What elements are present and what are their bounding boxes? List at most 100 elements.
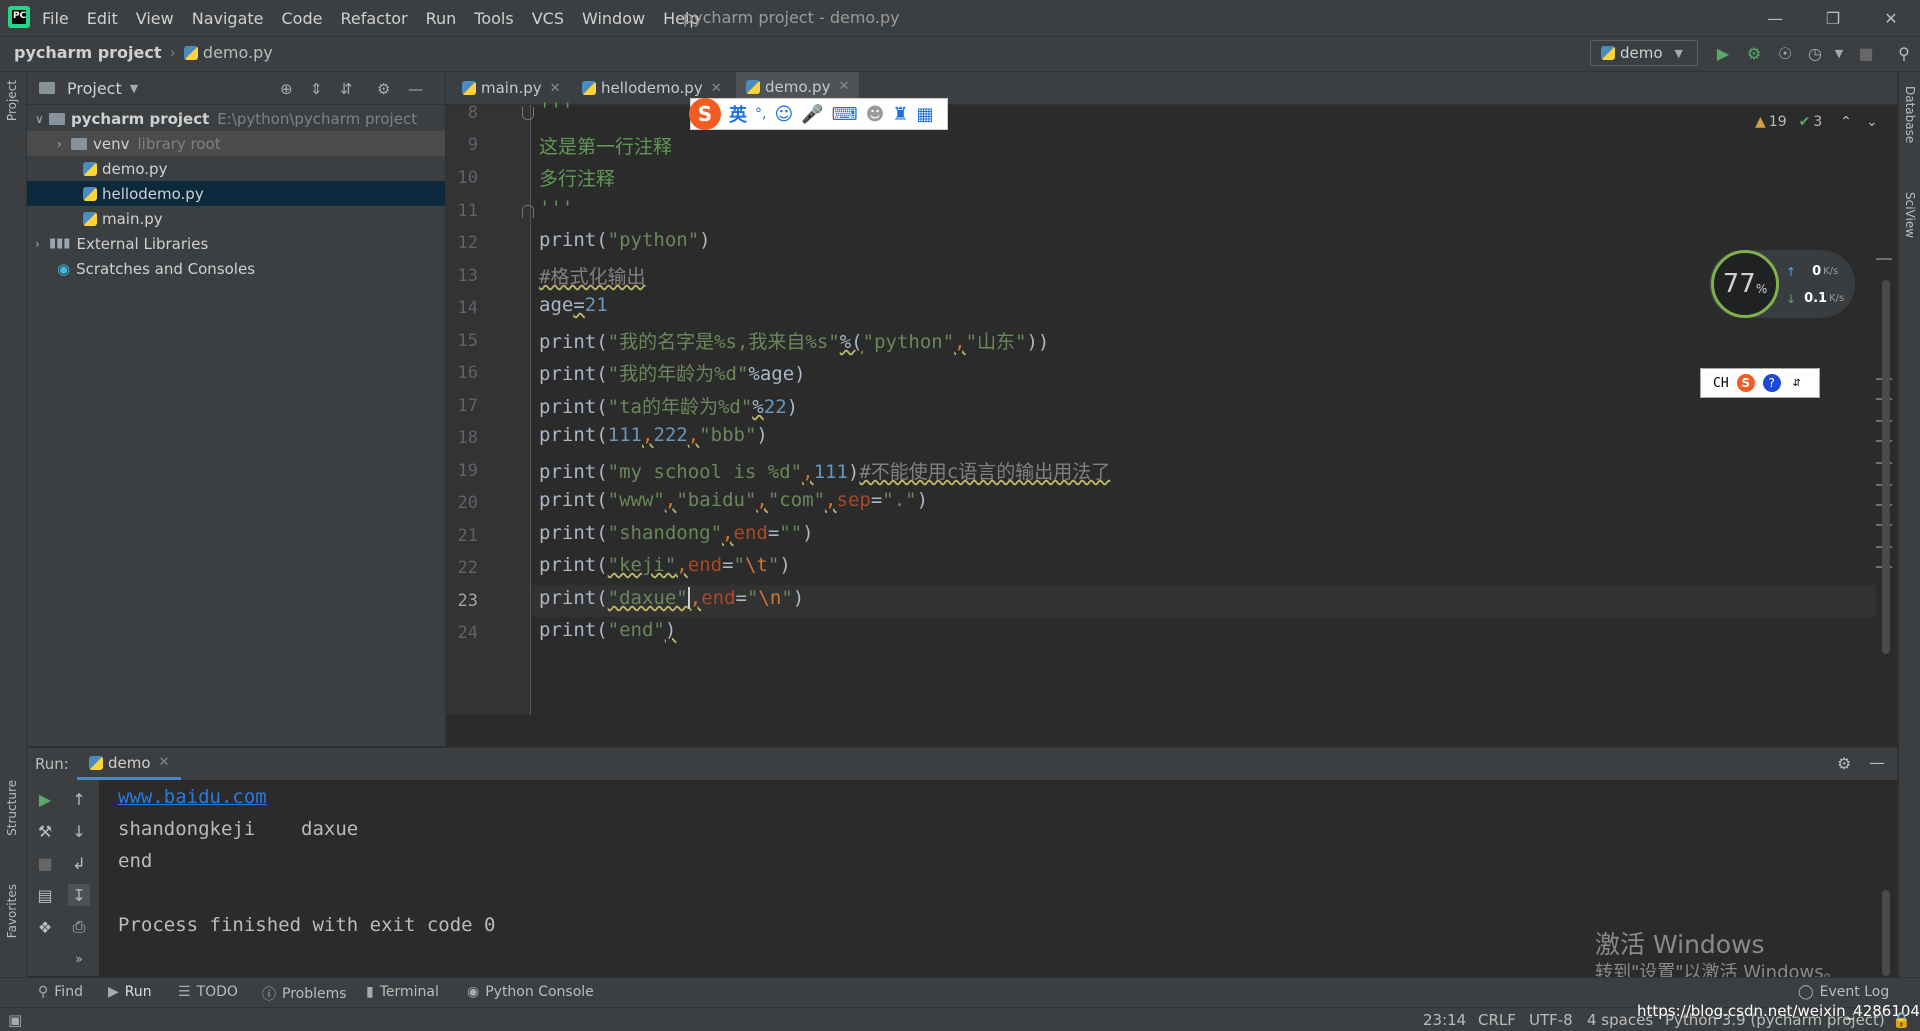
- ime-status-box[interactable]: CH S ? ⇵: [1700, 368, 1820, 398]
- editor-scrollbar[interactable]: [1882, 280, 1890, 654]
- line-separator[interactable]: CRLF: [1478, 1011, 1516, 1029]
- chevron-down-icon[interactable]: ▼: [1828, 42, 1850, 64]
- code-editor[interactable]: ''' 这是第一行注释 多行注释 ''' print("python") #格式…: [531, 99, 1897, 715]
- tab-label: demo.py: [765, 77, 831, 96]
- tree-item-hellodemo-py[interactable]: hellodemo.py: [27, 181, 445, 206]
- emoji-icon[interactable]: ☺: [774, 104, 793, 125]
- menu-tools[interactable]: Tools: [474, 9, 513, 28]
- code-line-20: print("www","baidu","com",sep="."): [539, 489, 929, 511]
- arrow-up-icon: ↑: [1786, 264, 1797, 279]
- expand-all-icon[interactable]: ⇕: [310, 80, 323, 98]
- menu-code[interactable]: Code: [282, 9, 323, 28]
- debug-icon[interactable]: ⚙: [1743, 42, 1765, 64]
- more-icon[interactable]: »: [68, 948, 90, 970]
- run-icon[interactable]: ▶: [1712, 42, 1734, 64]
- apps-grid-icon[interactable]: ▦: [917, 104, 934, 125]
- tree-item-external-libraries[interactable]: › ▮▮▮ External Libraries: [27, 231, 445, 256]
- structure-tool-tab[interactable]: Structure: [5, 780, 19, 836]
- wrench-icon[interactable]: ⚒: [34, 820, 56, 842]
- favorites-tool-tab[interactable]: Favorites: [5, 884, 19, 938]
- user-icon[interactable]: ☻: [866, 104, 885, 125]
- breadcrumb-project[interactable]: pycharm project: [14, 43, 162, 62]
- tree-item-demo-py[interactable]: demo.py: [27, 156, 445, 181]
- lock-icon[interactable]: 🔒: [1892, 1011, 1911, 1029]
- scroll-marker[interactable]: [1876, 258, 1892, 260]
- close-icon[interactable]: ✕: [711, 81, 722, 96]
- pin-icon[interactable]: ❖: [34, 916, 56, 938]
- code-token: =: [573, 294, 585, 316]
- tool-terminal[interactable]: ▮ Terminal: [366, 984, 439, 1000]
- sogou-logo-icon[interactable]: S: [1736, 374, 1755, 392]
- breadcrumb-file[interactable]: demo.py: [203, 43, 273, 62]
- rerun-icon[interactable]: ▶: [34, 788, 56, 810]
- sogou-logo-icon[interactable]: S: [689, 98, 721, 130]
- chevron-down-icon[interactable]: ▼: [130, 82, 138, 95]
- skin-icon[interactable]: ♜: [892, 104, 908, 125]
- locate-icon[interactable]: ⊕: [280, 80, 293, 98]
- tree-item-project-root[interactable]: ∨ pycharm project E:\python\pycharm proj…: [27, 106, 445, 131]
- console-line-link[interactable]: www.baidu.com: [118, 786, 267, 808]
- caret-position[interactable]: 23:14: [1423, 1011, 1466, 1029]
- menu-view[interactable]: View: [136, 9, 174, 28]
- menu-navigate[interactable]: Navigate: [192, 9, 264, 28]
- run-tab-demo[interactable]: demo ✕: [77, 748, 182, 780]
- close-icon[interactable]: ✕: [838, 79, 849, 94]
- gear-icon[interactable]: ⚙: [377, 80, 390, 98]
- stop-icon[interactable]: ■: [1855, 42, 1877, 64]
- sciview-tool-tab[interactable]: SciView: [1903, 192, 1917, 238]
- arrow-up-icon[interactable]: ↑: [68, 788, 90, 810]
- database-tool-tab[interactable]: Database: [1903, 86, 1917, 143]
- tool-run[interactable]: ▶ Run: [108, 984, 152, 1000]
- tree-item-scratches[interactable]: ◉ Scratches and Consoles: [27, 256, 445, 281]
- print-icon[interactable]: ⎙: [68, 916, 90, 938]
- toggle-tool-windows-icon[interactable]: ▣: [8, 1011, 22, 1029]
- menu-refactor[interactable]: Refactor: [340, 9, 407, 28]
- project-tool-tab[interactable]: Project: [5, 80, 19, 121]
- tree-item-main-py[interactable]: main.py: [27, 206, 445, 231]
- tool-todo[interactable]: ☰ TODO: [178, 984, 238, 1000]
- arrow-down-icon[interactable]: ↓: [68, 820, 90, 842]
- project-panel-title[interactable]: Project: [67, 79, 122, 98]
- restore-icon[interactable]: ❐: [1804, 0, 1862, 36]
- inspection-widget[interactable]: ▲ 19 ✔ 3 ⌃ ⌄: [1755, 114, 1878, 130]
- search-icon[interactable]: ⚲: [1893, 42, 1915, 64]
- hide-icon[interactable]: —: [1869, 753, 1885, 772]
- close-icon[interactable]: ✕: [159, 755, 170, 770]
- tool-find[interactable]: ⚲ Find: [38, 984, 83, 1000]
- run-configuration-select[interactable]: demo ▼: [1590, 40, 1698, 66]
- menu-edit[interactable]: Edit: [87, 9, 118, 28]
- tree-item-venv[interactable]: › venv library root: [27, 131, 445, 156]
- microphone-icon[interactable]: 🎤: [801, 104, 823, 125]
- keyboard-icon[interactable]: ⌨: [832, 104, 858, 125]
- scroll-to-end-icon[interactable]: ↧: [68, 884, 90, 906]
- tool-python-console[interactable]: ◉ Python Console: [467, 984, 594, 1000]
- close-icon[interactable]: ✕: [550, 81, 561, 96]
- coverage-icon[interactable]: ☉: [1774, 42, 1796, 64]
- chevron-down-icon[interactable]: ⌄: [1866, 114, 1878, 130]
- menu-window[interactable]: Window: [582, 9, 645, 28]
- menu-vcs[interactable]: VCS: [532, 9, 564, 28]
- help-icon[interactable]: ?: [1762, 374, 1781, 392]
- hide-icon[interactable]: —: [408, 80, 423, 98]
- layout-icon[interactable]: ▤: [34, 884, 56, 906]
- console-scrollbar[interactable]: [1882, 890, 1890, 976]
- collapse-all-icon[interactable]: ⇵: [340, 80, 353, 98]
- tool-event-log[interactable]: ◯ Event Log: [1798, 984, 1889, 1000]
- pycharm-logo-icon[interactable]: [8, 6, 30, 28]
- close-icon[interactable]: ✕: [1862, 0, 1920, 36]
- expand-icon[interactable]: ⇵: [1793, 378, 1801, 389]
- file-encoding[interactable]: UTF-8: [1529, 1011, 1573, 1029]
- chevron-up-icon[interactable]: ⌃: [1840, 114, 1852, 130]
- ime-punct-toggle[interactable]: °,: [755, 106, 766, 122]
- gear-icon[interactable]: ⚙: [1837, 754, 1851, 773]
- stop-icon[interactable]: ■: [34, 852, 56, 874]
- ime-toolbar[interactable]: S 英 °, ☺ 🎤 ⌨ ☻ ♜ ▦: [689, 98, 948, 130]
- tool-problems[interactable]: ⓘ Problems: [262, 984, 347, 1004]
- profile-icon[interactable]: ◷: [1804, 42, 1826, 64]
- menu-run[interactable]: Run: [426, 9, 457, 28]
- minimize-icon[interactable]: —: [1746, 0, 1804, 36]
- menu-file[interactable]: File: [42, 9, 69, 28]
- ime-lang-toggle[interactable]: 英: [729, 101, 747, 127]
- project-panel-header: Project ▼ ⊕ ⇕ ⇵ ⚙ —: [27, 72, 445, 105]
- soft-wrap-icon[interactable]: ↲: [68, 852, 90, 874]
